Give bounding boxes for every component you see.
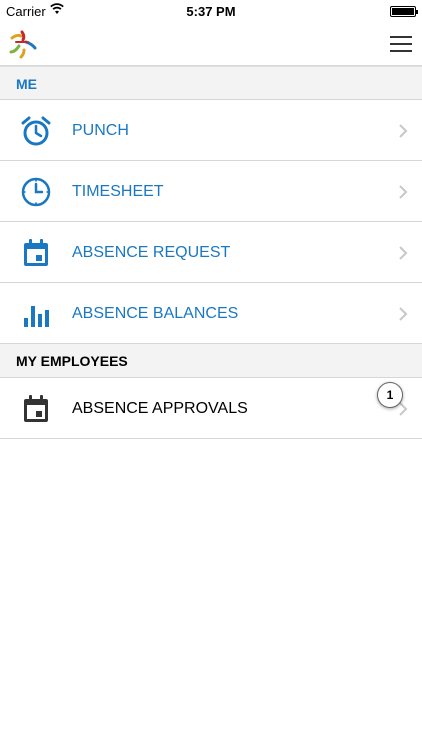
clock-icon [21, 177, 51, 207]
menu-item-absence-approvals[interactable]: ABSENCE APPROVALS [0, 378, 422, 439]
menu-item-timesheet[interactable]: TIMESHEET [0, 161, 422, 222]
section-header-my-employees: MY EMPLOYEES [0, 344, 422, 378]
chevron-right-icon [399, 246, 408, 260]
nav-bar [0, 22, 422, 66]
menu-item-label: PUNCH [72, 122, 129, 139]
chevron-right-icon [399, 402, 408, 416]
hamburger-menu-icon[interactable] [390, 36, 412, 53]
menu-item-label: TIMESHEET [72, 183, 164, 200]
chevron-right-icon [399, 307, 408, 321]
menu-item-punch[interactable]: PUNCH [0, 100, 422, 161]
status-time: 5:37 PM [186, 4, 236, 19]
approvals-count-badge: 1 [377, 382, 403, 408]
section-header-me: ME [0, 66, 422, 100]
status-bar: Carrier 5:37 PM [0, 0, 422, 22]
menu-item-absence-request[interactable]: ABSENCE REQUEST [0, 222, 422, 283]
chevron-right-icon [399, 185, 408, 199]
chevron-right-icon [399, 124, 408, 138]
battery-icon [390, 6, 418, 17]
menu-item-label: ABSENCE REQUEST [72, 244, 231, 261]
calendar-icon [24, 239, 48, 266]
calendar-icon [24, 395, 48, 422]
menu-item-absence-balances[interactable]: ABSENCE BALANCES [0, 283, 422, 344]
bar-chart-icon [24, 306, 49, 327]
menu-item-label: ABSENCE BALANCES [72, 305, 239, 322]
menu-item-label: ABSENCE APPROVALS [72, 400, 248, 417]
alarm-clock-icon [21, 116, 51, 146]
app-logo-icon[interactable] [8, 28, 38, 60]
